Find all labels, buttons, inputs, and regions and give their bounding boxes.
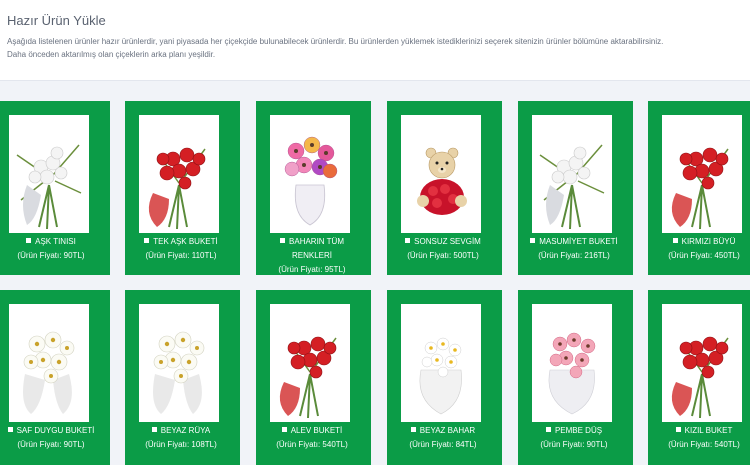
- square-bullet-icon: [281, 427, 287, 432]
- product-name: KIRMIZI BÜYÜ: [650, 235, 750, 249]
- product-caption: PEMBE DÜŞ (Ürün Fiyatı: 90TL): [520, 424, 628, 452]
- product-name-text: PEMBE DÜŞ: [554, 426, 603, 435]
- product-caption: SAF DUYGU BUKETİ (Ürün Fiyatı: 90TL): [0, 424, 105, 452]
- product-caption: BAHARIN TÜM RENKLERİ (Ürün Fiyatı: 95TL): [258, 235, 366, 277]
- product-card[interactable]: ALEV BUKETİ (Ürün Fiyatı: 540TL): [256, 290, 371, 465]
- product-price: (Ürün Fiyatı: 500TL): [407, 251, 479, 260]
- product-image: [139, 304, 219, 422]
- product-card[interactable]: MASUMİYET BUKETİ (Ürün Fiyatı: 216TL): [518, 101, 633, 275]
- product-grid: AŞK TINISI (Ürün Fiyatı: 90TL) TEK AŞK BUK…: [0, 101, 750, 465]
- product-caption: KIRMIZI BÜYÜ (Ürün Fiyatı: 450TL): [650, 235, 750, 263]
- product-card[interactable]: PEMBE DÜŞ (Ürün Fiyatı: 90TL): [518, 290, 633, 465]
- product-name-text: BEYAZ BAHAR: [419, 426, 476, 435]
- product-card[interactable]: BEYAZ BAHAR (Ürün Fiyatı: 84TL): [387, 290, 502, 465]
- product-name: BAHARIN TÜM RENKLERİ: [272, 235, 352, 263]
- product-image: [270, 115, 350, 233]
- product-caption: TEK AŞK BUKETİ (Ürün Fiyatı: 110TL): [127, 235, 235, 263]
- product-name: SONSUZ SEVGİM: [389, 235, 497, 249]
- square-bullet-icon: [410, 427, 416, 432]
- square-bullet-icon: [7, 427, 13, 432]
- product-image: [9, 115, 89, 233]
- product-image: [532, 304, 612, 422]
- description-line-1: Aşağıda listelenen ürünler hazır ürünler…: [7, 37, 664, 46]
- product-name-text: SONSUZ SEVGİM: [414, 237, 481, 246]
- description-line-2: Daha önceden aktarılmış olan çiçeklerin …: [7, 50, 216, 59]
- square-bullet-icon: [151, 427, 157, 432]
- product-price: (Ürün Fiyatı: 90TL): [17, 251, 85, 260]
- product-caption: MASUMİYET BUKETİ (Ürün Fiyatı: 216TL): [520, 235, 628, 263]
- product-card[interactable]: SONSUZ SEVGİM (Ürün Fiyatı: 500TL): [387, 101, 502, 275]
- square-bullet-icon: [530, 238, 536, 243]
- product-name: MASUMİYET BUKETİ: [520, 235, 628, 249]
- product-name-text: ALEV BUKETİ: [290, 426, 343, 435]
- product-name-text: AŞK TINISI: [35, 237, 76, 246]
- product-image: [270, 304, 350, 422]
- product-caption: AŞK TINISI (Ürün Fiyatı: 90TL): [0, 235, 105, 263]
- product-caption: ALEV BUKETİ (Ürün Fiyatı: 540TL): [258, 424, 366, 452]
- square-bullet-icon: [545, 427, 551, 432]
- product-name-text: BAHARIN TÜM RENKLERİ: [289, 237, 344, 260]
- product-name-text: KIRMIZI BÜYÜ: [681, 237, 736, 246]
- product-name-text: SAF DUYGU BUKETİ: [16, 426, 95, 435]
- page-description: Aşağıda listelenen ürünler hazır ürünler…: [7, 35, 747, 61]
- square-bullet-icon: [144, 238, 150, 243]
- product-caption: BEYAZ RÜYA (Ürün Fiyatı: 108TL): [127, 424, 235, 452]
- product-name: SAF DUYGU BUKETİ: [0, 424, 105, 438]
- product-name: BEYAZ BAHAR: [389, 424, 497, 438]
- product-card[interactable]: AŞK TINISI (Ürün Fiyatı: 90TL): [0, 101, 110, 275]
- product-name-text: KIZIL BUKET: [684, 426, 733, 435]
- square-bullet-icon: [26, 238, 32, 243]
- product-name-text: TEK AŞK BUKETİ: [153, 237, 218, 246]
- product-name-text: MASUMİYET BUKETİ: [539, 237, 618, 246]
- page-title: Hazır Ürün Yükle: [7, 13, 106, 28]
- product-card[interactable]: BAHARIN TÜM RENKLERİ (Ürün Fiyatı: 95TL): [256, 101, 371, 275]
- product-image: [532, 115, 612, 233]
- product-card[interactable]: TEK AŞK BUKETİ (Ürün Fiyatı: 110TL): [125, 101, 240, 275]
- product-name: TEK AŞK BUKETİ: [127, 235, 235, 249]
- product-caption: KIZIL BUKET (Ürün Fiyatı: 540TL): [650, 424, 750, 452]
- product-price: (Ürün Fiyatı: 110TL): [145, 251, 217, 260]
- product-card[interactable]: SAF DUYGU BUKETİ (Ürün Fiyatı: 90TL): [0, 290, 110, 465]
- product-name: ALEV BUKETİ: [258, 424, 366, 438]
- product-card[interactable]: KIZIL BUKET (Ürün Fiyatı: 540TL): [648, 290, 750, 465]
- product-caption: SONSUZ SEVGİM (Ürün Fiyatı: 500TL): [389, 235, 497, 263]
- product-image: [9, 304, 89, 422]
- product-image: [662, 115, 742, 233]
- product-name: KIZIL BUKET: [650, 424, 750, 438]
- square-bullet-icon: [280, 238, 286, 243]
- square-bullet-icon: [675, 427, 681, 432]
- product-caption: BEYAZ BAHAR (Ürün Fiyatı: 84TL): [389, 424, 497, 452]
- page-header: Hazır Ürün Yükle Aşağıda listelenen ürün…: [0, 0, 750, 81]
- product-price: (Ürün Fiyatı: 95TL): [278, 265, 346, 274]
- square-bullet-icon: [405, 238, 411, 243]
- product-image: [401, 304, 481, 422]
- product-name: BEYAZ RÜYA: [127, 424, 235, 438]
- product-name-text: BEYAZ RÜYA: [160, 426, 211, 435]
- product-price: (Ürün Fiyatı: 216TL): [538, 251, 610, 260]
- product-image: [401, 115, 481, 233]
- product-name: AŞK TINISI: [0, 235, 105, 249]
- product-card[interactable]: KIRMIZI BÜYÜ (Ürün Fiyatı: 450TL): [648, 101, 750, 275]
- product-image: [662, 304, 742, 422]
- product-price: (Ürün Fiyatı: 450TL): [668, 251, 740, 260]
- product-image: [139, 115, 219, 233]
- square-bullet-icon: [672, 238, 678, 243]
- product-card[interactable]: BEYAZ RÜYA (Ürün Fiyatı: 108TL): [125, 290, 240, 465]
- product-name: PEMBE DÜŞ: [520, 424, 628, 438]
